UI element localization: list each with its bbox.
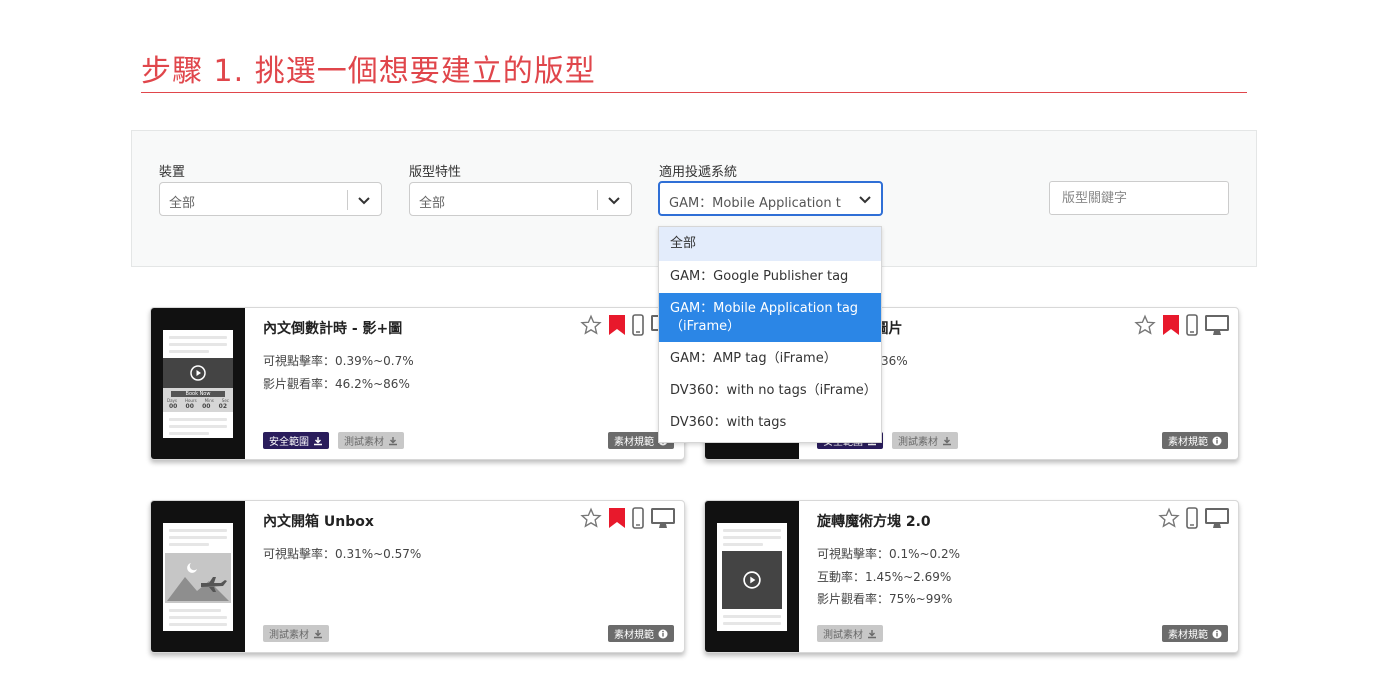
- device-select[interactable]: 全部: [159, 182, 382, 216]
- mobile-icon: [1186, 314, 1198, 336]
- card-stat: 影片觀看率：46.2%~86%: [263, 377, 410, 391]
- bookmark-icon: [609, 315, 625, 335]
- card-stat: 可視點擊率：0.31%~0.57%: [263, 547, 422, 561]
- dropdown-option[interactable]: GAM：AMP tag（iFrame）: [659, 342, 881, 374]
- test-material-label: 測試素材: [823, 630, 863, 641]
- download-icon: [943, 436, 951, 445]
- dropdown-option[interactable]: GAM：Google Publisher tag: [659, 261, 881, 293]
- select-divider: [597, 190, 598, 210]
- download-icon: [389, 436, 397, 445]
- desktop-icon: [1205, 315, 1229, 335]
- card-icons: [580, 507, 676, 529]
- card-stat: 可視點擊率：0.39%~0.7%: [263, 354, 414, 368]
- keyword-input-wrap: [1049, 181, 1229, 215]
- test-material-badge[interactable]: 測試素材: [892, 432, 958, 449]
- material-spec-badge[interactable]: 素材規範: [1162, 625, 1228, 642]
- card-icons: [1134, 314, 1230, 336]
- feature-select[interactable]: 全部: [409, 182, 632, 216]
- dropdown-option[interactable]: DV360：with no tags（iFrame）: [659, 374, 881, 406]
- system-filter-label: 適用投遞系統: [659, 165, 738, 180]
- card-title: 內文開箱 Unbox: [263, 514, 374, 530]
- phone-preview: [717, 523, 787, 631]
- template-thumbnail: [151, 501, 245, 652]
- select-divider: [347, 190, 348, 210]
- template-thumbnail: Book Now Days Hours Mins Sec 00 00 00 02: [151, 308, 245, 459]
- material-spec-badge[interactable]: 素材規範: [608, 625, 674, 642]
- test-material-label: 測試素材: [344, 437, 384, 448]
- template-thumbnail: [705, 501, 799, 652]
- material-spec-label: 素材規範: [614, 630, 654, 641]
- safe-area-badge[interactable]: 安全範圍: [263, 432, 329, 449]
- download-icon: [314, 436, 322, 445]
- bookmark-icon: [609, 508, 625, 528]
- device-select-value: 全部: [169, 196, 196, 211]
- desktop-icon: [651, 508, 675, 528]
- card-title: 旋轉魔術方塊 2.0: [817, 514, 931, 530]
- chevron-down-icon: [608, 197, 620, 205]
- video-placeholder: [722, 551, 782, 609]
- star-icon[interactable]: [580, 507, 602, 529]
- template-card[interactable]: Book Now Days Hours Mins Sec 00 00 00 02 內文倒數計…: [150, 307, 685, 460]
- keyword-input[interactable]: [1050, 182, 1228, 214]
- dropdown-option[interactable]: DV360：with tags: [659, 406, 881, 440]
- card-stat: 互動率：1.45%~2.69%: [817, 570, 952, 584]
- card-stat: 影片觀看率：75%~99%: [817, 592, 953, 606]
- material-spec-badge[interactable]: 素材規範: [1162, 432, 1228, 449]
- test-material-badge[interactable]: 測試素材: [338, 432, 404, 449]
- title-divider: [141, 92, 1247, 93]
- mobile-icon: [1186, 507, 1198, 529]
- test-material-badge[interactable]: 測試素材: [263, 625, 329, 642]
- template-card[interactable]: 內文開箱 Unbox 可視點擊率：0.31%~0.57% 測試素材 素材規範: [150, 500, 685, 653]
- test-material-badge[interactable]: 測試素材: [817, 625, 883, 642]
- feature-filter-label: 版型特性: [409, 165, 462, 180]
- download-icon: [314, 629, 322, 638]
- countdown-cta: Book Now: [171, 391, 225, 397]
- test-material-label: 測試素材: [898, 437, 938, 448]
- play-icon: [743, 571, 761, 589]
- test-material-label: 測試素材: [269, 630, 309, 641]
- material-spec-label: 素材規範: [1168, 437, 1208, 448]
- system-dropdown-menu: 全部 GAM：Google Publisher tag GAM：Mobile A…: [658, 226, 882, 443]
- system-select-value: GAM：Mobile Application t...: [669, 196, 841, 211]
- countdown-preview: Book Now Days Hours Mins Sec 00 00 00 02: [163, 388, 233, 412]
- dropdown-option[interactable]: 全部: [659, 227, 881, 261]
- mobile-icon: [632, 314, 644, 336]
- countdown-digits: 00 00 00 02: [169, 403, 227, 410]
- play-icon: [190, 365, 206, 381]
- phone-preview: [163, 523, 233, 631]
- material-spec-label: 素材規範: [614, 437, 654, 448]
- mobile-icon: [632, 507, 644, 529]
- star-icon[interactable]: [1158, 507, 1180, 529]
- download-icon: [868, 629, 876, 638]
- material-spec-label: 素材規範: [1168, 630, 1208, 641]
- card-stat: 可視點擊率：0.1%~0.2%: [817, 547, 961, 561]
- template-card[interactable]: 旋轉魔術方塊 2.0 可視點擊率：0.1%~0.2% 互動率：1.45%~2.6…: [704, 500, 1239, 653]
- video-placeholder: [163, 358, 233, 388]
- image-placeholder-icon: [165, 553, 231, 603]
- star-icon[interactable]: [1134, 314, 1156, 336]
- chevron-down-icon: [358, 197, 370, 205]
- desktop-icon: [1205, 508, 1229, 528]
- bookmark-icon: [1163, 315, 1179, 335]
- system-select[interactable]: GAM：Mobile Application t...: [658, 181, 883, 216]
- star-icon[interactable]: [580, 314, 602, 336]
- device-filter-label: 裝置: [159, 165, 186, 180]
- page-title: 步驟 1. 挑選一個想要建立的版型: [141, 54, 596, 89]
- info-icon: [1212, 436, 1222, 445]
- info-icon: [1212, 629, 1222, 638]
- dropdown-option-selected[interactable]: GAM：Mobile Application tag（iFrame）: [659, 293, 881, 342]
- chevron-down-icon: [859, 196, 871, 204]
- info-icon: [658, 629, 668, 638]
- card-icons: [1158, 507, 1230, 529]
- card-title: 內文倒數計時 - 影+圖: [263, 321, 403, 337]
- feature-select-value: 全部: [419, 196, 446, 211]
- phone-preview: Book Now Days Hours Mins Sec 00 00 00 02: [163, 330, 233, 438]
- safe-area-label: 安全範圍: [269, 437, 309, 448]
